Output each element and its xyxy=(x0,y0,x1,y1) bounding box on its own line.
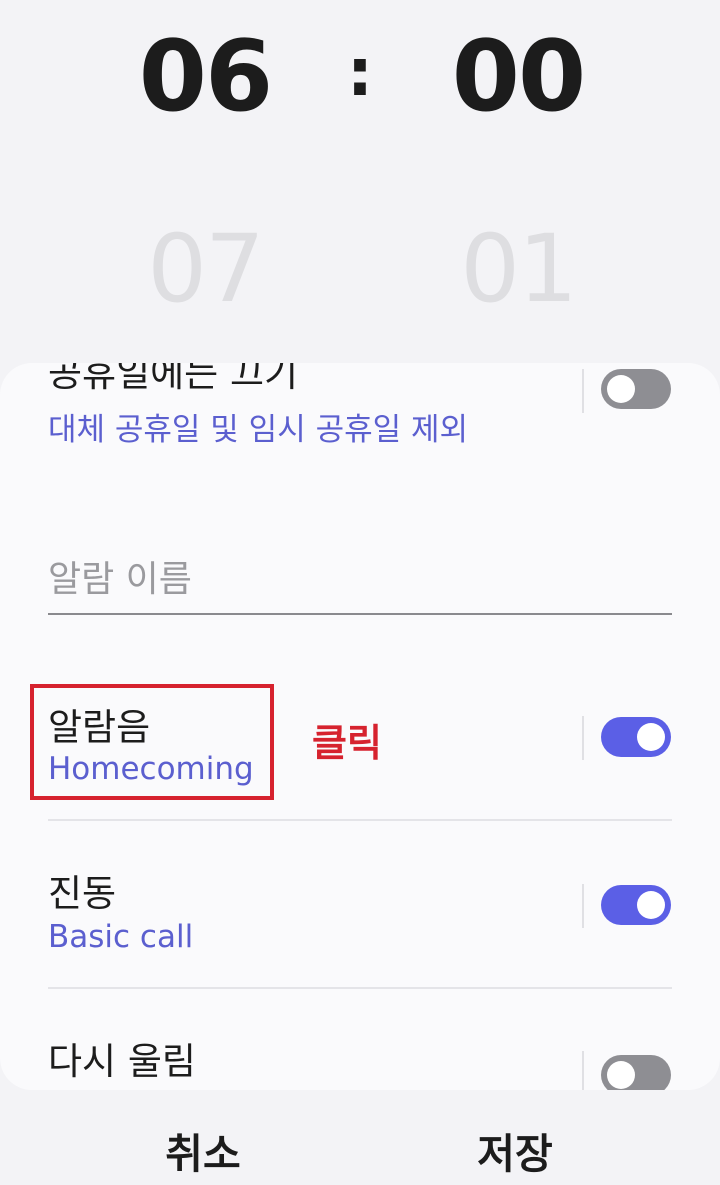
row-divider xyxy=(582,1051,584,1090)
cancel-button[interactable]: 취소 xyxy=(103,1120,303,1180)
vibration-title: 진동 xyxy=(48,872,117,915)
snooze-toggle[interactable] xyxy=(601,1055,671,1090)
alarm-name-input[interactable] xyxy=(48,545,672,615)
vibration-toggle[interactable] xyxy=(601,885,671,925)
snooze-row[interactable]: 다시 울림 xyxy=(0,989,720,1090)
minute-value[interactable]: 00 xyxy=(418,20,618,134)
next-hour-value[interactable]: 07 xyxy=(105,215,305,324)
click-highlight-box xyxy=(30,684,274,800)
time-separator: : xyxy=(346,34,374,111)
holiday-toggle[interactable] xyxy=(601,369,671,409)
time-picker[interactable]: 06 : 00 07 01 xyxy=(0,0,720,380)
row-divider xyxy=(582,884,584,928)
holiday-subtitle: 대체 공휴일 및 임시 공휴일 제외 xyxy=(48,412,469,448)
row-divider xyxy=(582,369,584,413)
toggle-knob xyxy=(607,1061,635,1089)
toggle-knob xyxy=(637,723,665,751)
click-annotation: 클릭 xyxy=(312,721,382,765)
vibration-row[interactable]: 진동 Basic call xyxy=(0,821,720,987)
row-divider xyxy=(582,716,584,760)
hour-value[interactable]: 06 xyxy=(105,20,305,134)
holiday-title: 공휴일에는 끄기 xyxy=(48,363,299,395)
alarm-sound-toggle[interactable] xyxy=(601,717,671,757)
bottom-action-bar: 취소 저장 xyxy=(0,1090,720,1185)
toggle-knob xyxy=(637,891,665,919)
save-button[interactable]: 저장 xyxy=(415,1120,615,1180)
vibration-subtitle: Basic call xyxy=(48,919,194,955)
snooze-title: 다시 울림 xyxy=(48,1040,196,1083)
toggle-knob xyxy=(607,375,635,403)
next-minute-value[interactable]: 01 xyxy=(418,215,618,324)
